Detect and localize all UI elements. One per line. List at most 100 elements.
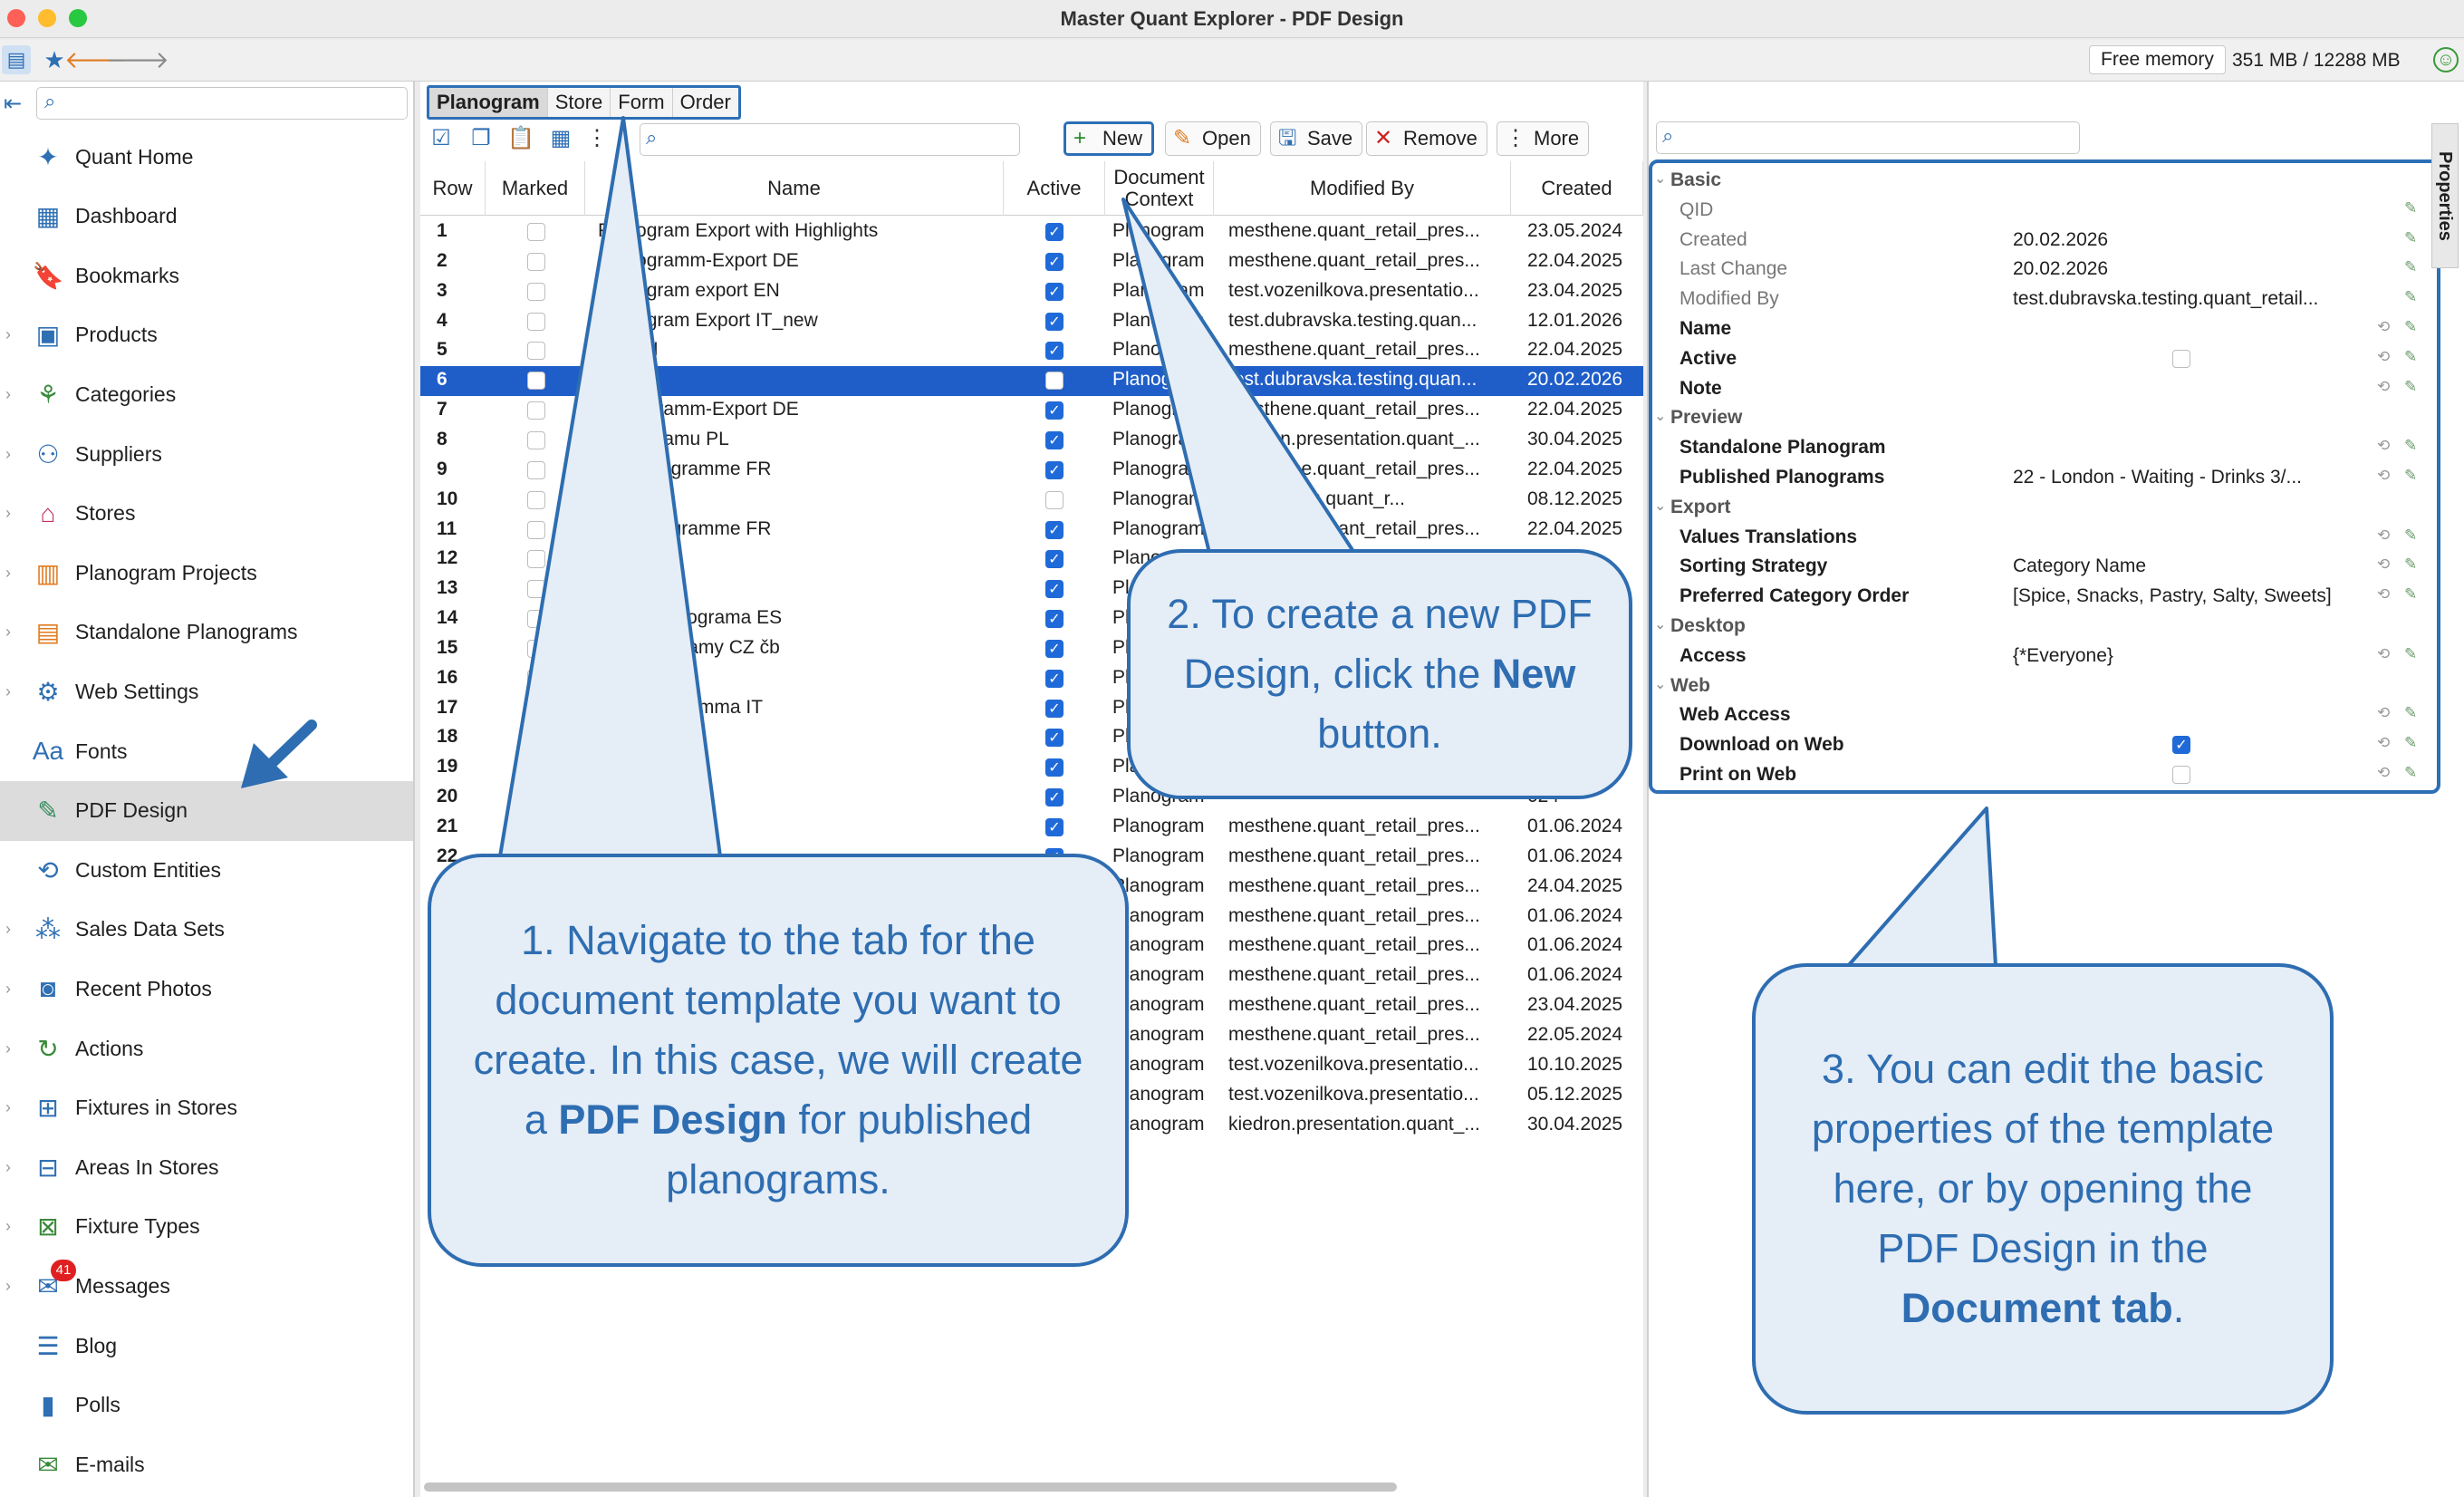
active-checkbox[interactable]: ✓ [1045,460,1064,479]
marked-checkbox[interactable] [527,699,545,718]
marked-checkbox[interactable] [527,460,545,479]
edit-icon[interactable]: ✎ [2404,645,2417,663]
table-row[interactable]: 3 Planogram export EN ✓ Planogram test.vozen… [420,277,1643,307]
chevron-right-icon[interactable]: › [5,623,11,642]
reset-icon[interactable]: ⟲ [2377,645,2390,663]
reset-icon[interactable]: ⟲ [2377,348,2390,366]
table-row[interactable]: 1 Planogram Export with Highlights ✓ Planog… [420,217,1643,247]
table-row[interactable]: 4 Planogram Export IT_new ✓ Planogram test.d… [420,307,1643,337]
tab-planogram[interactable]: Planogram [429,88,548,117]
chevron-right-icon[interactable]: › [5,980,11,999]
chevron-right-icon[interactable]: › [5,1277,11,1296]
property-checkbox[interactable] [2172,349,2190,368]
active-checkbox[interactable]: ✓ [1045,639,1064,658]
active-checkbox[interactable]: ✓ [1045,252,1064,271]
edit-icon[interactable]: ✎ [2404,288,2417,306]
property-category[interactable]: ⌄ Desktop [1652,611,2437,641]
reset-icon[interactable]: ⟲ [2377,555,2390,574]
marked-checkbox[interactable] [527,729,545,748]
properties-search-input[interactable]: ⌕ [1656,121,2080,154]
col-created[interactable]: Created [1511,161,1643,216]
sidebar-item-blog[interactable]: ☰ Blog [0,1316,413,1376]
table-row[interactable]: 8 Planogramu PL ✓ Planogram kiedron.presenta… [420,426,1643,456]
edit-icon[interactable]: ✎ [2404,199,2417,217]
edit-icon[interactable]: ✎ [2404,764,2417,782]
collapse-sidebar-icon[interactable]: ⇤ [4,91,22,117]
active-checkbox[interactable]: ✓ [1045,580,1064,599]
edit-icon[interactable]: ✎ [2404,229,2417,247]
sidebar-item-dashboard[interactable]: ▦ Dashboard [0,187,413,246]
sidebar-item-e-mails[interactable]: ✉ E-mails [0,1434,413,1494]
paste-icon[interactable]: 📋 [507,125,534,152]
marked-checkbox[interactable] [527,639,545,658]
sidebar-item-recent-photos[interactable]: › ◙ Recent Photos [0,959,413,1019]
new-button[interactable]: + New [1064,121,1155,156]
table-row[interactable]: 5 Set EN ✓ Planogram mesthene.quant_retail_p… [420,336,1643,366]
property-category[interactable]: ⌄ Preview [1652,402,2437,432]
table-row[interactable]: 10 Planogram nek.testing.quant_r... 08.12.2… [420,486,1643,516]
marked-checkbox[interactable] [527,758,545,777]
table-row[interactable]: 9 du planogramme FR ✓ Planogram mesthene.qua… [420,456,1643,486]
chevron-down-icon[interactable]: ⌄ [1654,407,1666,425]
sidebar-item-fixtures-in-stores[interactable]: › ⊞ Fixtures in Stores [0,1078,413,1138]
active-checkbox[interactable]: ✓ [1045,401,1064,420]
chevron-right-icon[interactable]: › [5,1158,11,1177]
sidebar-item-pdf-design[interactable]: ✎ PDF Design [0,780,413,841]
table-row[interactable]: 11 du planogramme FR ✓ Planogram mesthene.qu… [420,516,1643,546]
chevron-right-icon[interactable]: › [5,1098,11,1117]
property-row[interactable]: Name ⟲ ✎ [1652,314,2437,343]
property-category[interactable]: ⌄ Basic [1652,165,2437,195]
property-row[interactable]: Preferred Category Order [Spice, Snacks, … [1652,581,2437,611]
chevron-right-icon[interactable]: › [5,564,11,583]
edit-icon[interactable]: ✎ [2404,258,2417,276]
marked-checkbox[interactable] [527,372,545,391]
table-row[interactable]: 6 Planogram test.dubravska.testing.quan...… [420,366,1643,397]
marked-checkbox[interactable] [527,550,545,569]
property-row[interactable]: Access {*Everyone} ⟲ ✎ [1652,641,2437,671]
property-row[interactable]: Note ⟲ ✎ [1652,373,2437,403]
copy-icon[interactable]: ❐ [467,125,495,152]
edit-icon[interactable]: ✎ [2404,437,2417,455]
active-checkbox[interactable]: ✓ [1045,342,1064,361]
sidebar-search-input[interactable]: ⌕ [36,87,408,120]
active-checkbox[interactable]: ✓ [1045,758,1064,777]
marked-checkbox[interactable] [527,580,545,599]
sidebar-item-products[interactable]: › ▣ Products [0,305,413,365]
property-row[interactable]: Values Translations ⟲ ✎ [1652,522,2437,552]
edit-icon[interactable]: ✎ [2404,318,2417,336]
active-checkbox[interactable]: ✓ [1045,729,1064,748]
reset-icon[interactable]: ⟲ [2377,585,2390,604]
property-row[interactable]: Published Planograms 22 - London - Waitin… [1652,462,2437,492]
property-value[interactable]: 20.02.2026 [2013,258,2366,280]
sidebar-item-quant-home[interactable]: ✦ Quant Home [0,127,413,187]
property-row[interactable]: Active ⟲ ✎ [1652,343,2437,373]
active-checkbox[interactable]: ✓ [1045,312,1064,331]
chevron-right-icon[interactable]: › [5,1039,11,1058]
reset-icon[interactable]: ⟲ [2377,467,2390,485]
tab-order[interactable]: Order [673,88,738,117]
property-category[interactable]: ⌄ Web [1652,671,2437,700]
sidebar-item-custom-entities[interactable]: ⟲ Custom Entities [0,840,413,900]
forward-arrow-icon[interactable]: 🡒 [106,45,169,74]
col-modified-by[interactable]: Modified By [1214,161,1511,216]
sidebar-item-fonts[interactable]: Aa Fonts [0,721,413,781]
marked-checkbox[interactable] [527,669,545,688]
property-row[interactable]: Last Change 20.02.2026 ✎ [1652,254,2437,284]
property-row[interactable]: Download on Web ✓ ⟲ ✎ [1652,729,2437,759]
edit-icon[interactable]: ✎ [2404,704,2417,722]
sidebar-toggle-icon[interactable]: ▤ [2,45,31,74]
edit-icon[interactable]: ✎ [2404,526,2417,545]
table-search-input[interactable]: ⌕ [640,123,1020,156]
property-row[interactable]: Sorting Strategy Category Name ⟲ ✎ [1652,551,2437,581]
sidebar-item-planogram-projects[interactable]: › ▥ Planogram Projects [0,543,413,603]
more-button[interactable]: ⋮ More [1497,121,1590,156]
horizontal-scrollbar[interactable] [424,1483,1397,1492]
select-all-icon[interactable]: ☑ [428,125,455,152]
property-row[interactable]: Web Access ⟲ ✎ [1652,700,2437,729]
chevron-down-icon[interactable]: ⌄ [1654,169,1666,188]
active-checkbox[interactable]: ✓ [1045,610,1064,629]
property-row[interactable]: Created 20.02.2026 ✎ [1652,225,2437,255]
reset-icon[interactable]: ⟲ [2377,764,2390,782]
sidebar-item-categories[interactable]: › ⚘ Categories [0,364,413,424]
active-checkbox[interactable]: ✓ [1045,430,1064,449]
